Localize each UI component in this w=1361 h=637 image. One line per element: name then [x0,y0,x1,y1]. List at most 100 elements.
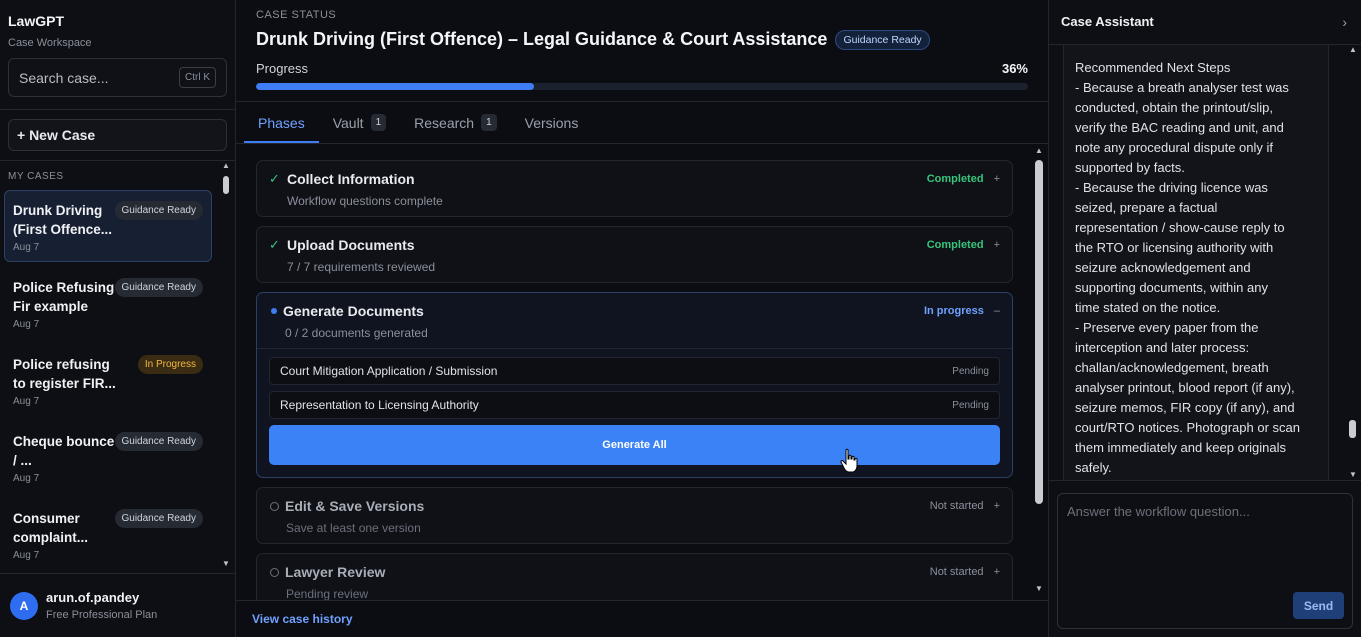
send-button[interactable]: Send [1293,592,1344,619]
collapse-icon[interactable]: – [994,305,1000,317]
case-name: Consumer complaint... [13,511,89,545]
pending-circle-icon [270,567,279,577]
message-line: the RTO or licensing authority with [1075,239,1274,255]
case-status-header: CASE STATUS Drunk Driving (First Offence… [236,0,1048,90]
tab-research[interactable]: Research 1 [412,102,498,143]
view-case-history-link[interactable]: View case history [236,600,1048,637]
brand-subtitle: Case Workspace [8,37,92,49]
phase-card[interactable]: ✓ Collect Information Workflow questions … [256,160,1013,217]
phase-card[interactable]: Lawyer Review Pending review Not started… [256,553,1013,600]
tab-bar: Phases Vault 1 Research 1 Versions [236,102,1048,144]
answer-input[interactable] [1067,504,1343,574]
status-badge: Guidance Ready [114,509,203,528]
assistant-title: Case Assistant [1061,14,1154,30]
message-line: court/RTO notices. Photograph or scan [1075,419,1300,435]
user-plan: Free Professional Plan [46,609,158,621]
document-row[interactable]: Court Mitigation Application / Submissio… [269,357,1000,385]
message-line: challan/acknowledgement, breath [1075,359,1269,375]
case-item[interactable]: Consumer complaint... Aug 7 Guidance Rea… [4,498,212,570]
message-line: - Because the driving licence was [1075,179,1268,195]
expand-icon[interactable]: + [994,239,1000,251]
message-line: note any procedural dispute only if [1075,139,1274,155]
avatar: A [10,591,38,620]
sidebar-scrollbar[interactable]: ▲ ▼ [220,161,232,571]
phase-status: Not started [929,500,984,512]
phase-card[interactable]: ✓ Upload Documents 7 / 7 requirements rev… [256,226,1013,283]
case-item[interactable]: Drunk Driving (First Offence... Aug 7 Gu… [4,190,212,262]
scroll-thumb[interactable] [1035,160,1043,504]
phase-card[interactable]: Generate Documents 0 / 2 documents gener… [256,292,1013,478]
message-line: - Because a breath analyser test was [1075,79,1289,95]
search-input[interactable] [19,69,159,86]
document-name: Representation to Licensing Authority [280,398,479,412]
phases-list: ✓ Collect Information Workflow questions … [236,144,1048,600]
assistant-messages: Recommended Next Steps - Because a breath… [1049,44,1361,480]
message-line: them immediately and keep originals [1075,439,1286,455]
brand: LawGPT Case Workspace [0,0,235,49]
answer-input-box[interactable]: Send [1057,493,1353,629]
case-item[interactable]: Police refusing to register FIR... Aug 7… [4,344,212,416]
case-name: Police Refusing Fir example [13,280,115,314]
progress-value: 36% [1001,61,1028,76]
scroll-up-icon[interactable]: ▲ [220,161,232,173]
expand-icon[interactable]: + [994,500,1000,512]
message-line: representation / show-cause reply to [1075,219,1285,235]
progress-label: Progress [256,61,309,76]
app-root: LawGPT Case Workspace Ctrl K + New Case … [0,0,1361,637]
tab-label: Research [414,114,475,131]
case-assistant-panel: Case Assistant › Recommended Next Steps -… [1048,0,1361,637]
phases-scrollbar[interactable]: ▲ ▼ [1033,146,1045,596]
scroll-thumb[interactable] [1349,419,1356,438]
document-status: Pending [952,365,989,377]
phase-subtitle: 7 / 7 requirements reviewed [287,260,436,274]
phase-card[interactable]: Edit & Save Versions Save at least one v… [256,487,1013,544]
scroll-down-icon[interactable]: ▼ [1033,584,1045,596]
message-line: safely. [1075,459,1112,475]
message-line: conducted, obtain the printout/slip, [1075,99,1274,115]
assistant-message: Recommended Next Steps - Because a breath… [1063,44,1329,480]
tab-phases[interactable]: Phases [244,102,319,143]
check-icon: ✓ [269,171,280,186]
phase-status: Completed [926,173,984,185]
scroll-up-icon[interactable]: ▲ [1347,45,1359,57]
generate-all-button[interactable]: Generate All [269,425,1000,465]
scroll-thumb[interactable] [223,176,229,194]
scroll-down-icon[interactable]: ▼ [220,559,232,571]
phase-title: Upload Documents [287,237,415,253]
user-name: arun.of.pandey [46,590,140,605]
new-case-button[interactable]: + New Case [8,119,227,151]
message-line: seizure memos, FIR copy (if any), and [1075,399,1295,415]
user-profile[interactable]: A arun.of.pandey Free Professional Plan [0,573,235,637]
case-name: Police refusing to register FIR... [13,357,116,391]
sidebar: LawGPT Case Workspace Ctrl K + New Case … [0,0,236,637]
message-line: seizure acknowledgement and [1075,259,1251,275]
in-progress-dot-icon [271,308,277,314]
status-badge: Guidance Ready [114,278,203,297]
assistant-scrollbar[interactable]: ▲ ▼ [1347,45,1359,480]
message-line: verify the BAC reading and unit, and [1075,119,1284,135]
tab-vault[interactable]: Vault 1 [331,102,388,143]
status-badge: Guidance Ready [114,432,203,451]
scroll-up-icon[interactable]: ▲ [1033,146,1045,158]
message-line: interception and later process: [1075,339,1250,355]
status-badge: Guidance Ready [114,201,203,220]
case-item[interactable]: Cheque bounce / ... Aug 7 Guidance Ready [4,421,212,493]
expand-icon[interactable]: + [994,173,1000,185]
chevron-right-icon[interactable]: › [1342,14,1347,30]
status-badge: In Progress [137,355,203,374]
status-label: CASE STATUS [256,9,337,21]
case-date: Aug 7 [13,473,40,484]
case-name: Drunk Driving (First Offence... [13,203,113,237]
hand-cursor-icon [840,448,858,473]
tab-versions[interactable]: Versions [523,102,581,143]
expand-icon[interactable]: + [994,566,1000,578]
search-box[interactable]: Ctrl K [8,58,227,97]
tab-label: Versions [524,114,579,131]
progress-fill [256,83,534,90]
scroll-down-icon[interactable]: ▼ [1347,470,1359,480]
document-row[interactable]: Representation to Licensing Authority Pe… [269,391,1000,419]
tab-count-badge: 1 [370,114,387,131]
case-item[interactable]: Police Refusing Fir example Aug 7 Guidan… [4,267,212,339]
divider [0,109,235,110]
document-status: Pending [952,399,989,411]
